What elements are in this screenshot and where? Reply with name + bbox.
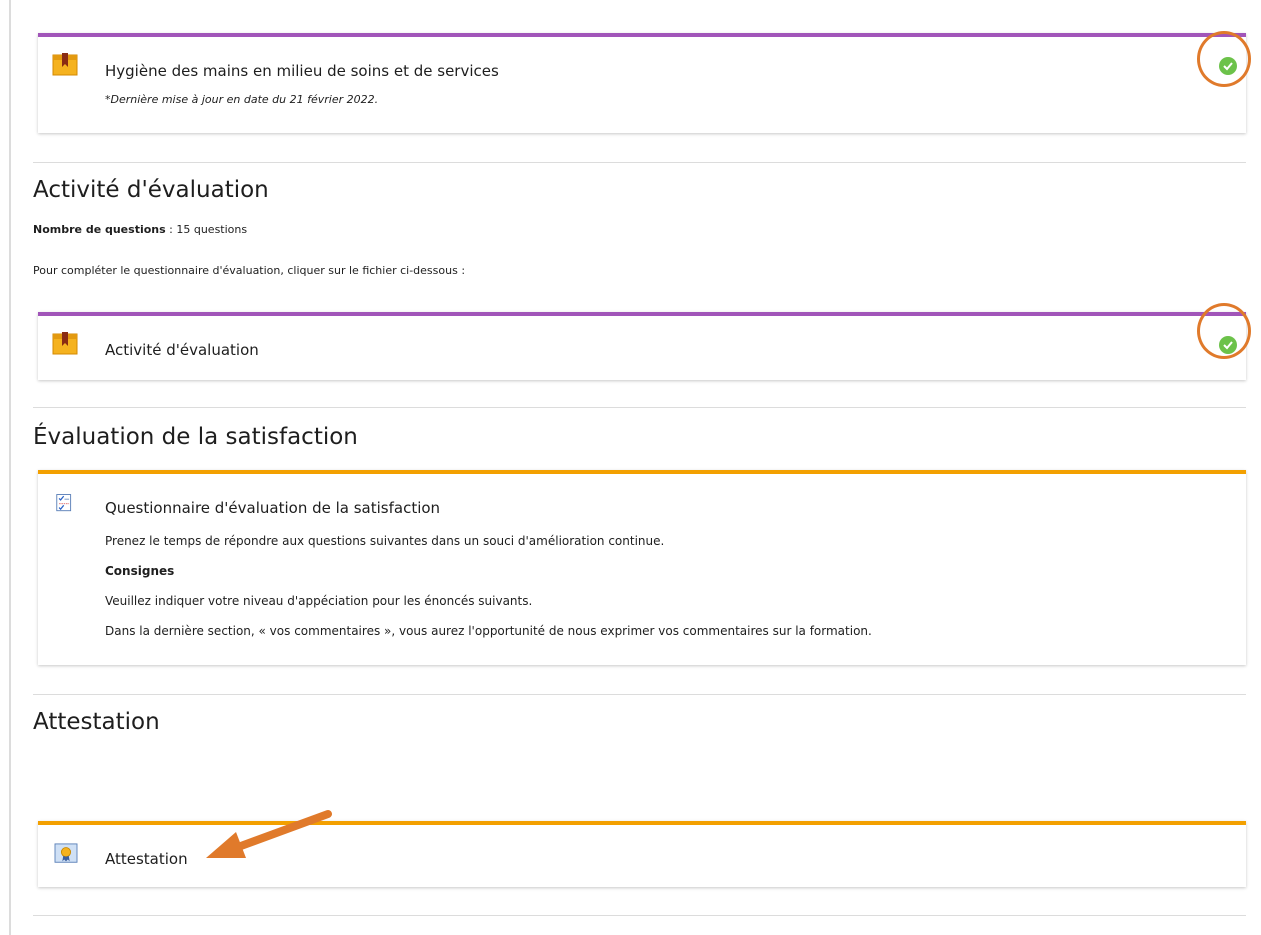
section-divider	[33, 162, 1246, 163]
section-divider	[33, 915, 1246, 916]
instruction-2: Dans la dernière section, « vos commenta…	[105, 624, 872, 638]
section-divider	[33, 694, 1246, 695]
annotation-circle	[1197, 31, 1251, 87]
annotation-circle	[1197, 303, 1251, 359]
questionnaire-icon	[56, 494, 72, 512]
instruction-1: Veuillez indiquer votre niveau d'appécia…	[105, 594, 533, 608]
package-icon	[52, 332, 78, 355]
module-update-note: *Dernière mise à jour en date du 21 févr…	[105, 93, 379, 106]
questions-count-label: Nombre de questions	[33, 223, 166, 236]
satisfaction-activity-title[interactable]: Questionnaire d'évaluation de la satisfa…	[105, 499, 440, 517]
evaluation-heading: Activité d'évaluation	[33, 177, 269, 203]
instructions-heading: Consignes	[105, 564, 175, 578]
evaluation-instruction: Pour compléter le questionnaire d'évalua…	[33, 264, 466, 277]
attestation-heading: Attestation	[33, 709, 160, 735]
satisfaction-intro: Prenez le temps de répondre aux question…	[105, 534, 665, 548]
module-card[interactable]: Hygiène des mains en milieu de soins et …	[38, 33, 1246, 133]
section-divider	[33, 407, 1246, 408]
package-icon	[52, 53, 78, 76]
module-title[interactable]: Hygiène des mains en milieu de soins et …	[105, 62, 499, 80]
page-left-rule	[9, 0, 11, 935]
questions-count: Nombre de questions : 15 questions	[33, 223, 247, 236]
certificate-icon	[54, 843, 78, 863]
questions-count-value: : 15 questions	[165, 223, 248, 236]
satisfaction-heading: Évaluation de la satisfaction	[33, 424, 358, 450]
evaluation-activity-card[interactable]: Activité d'évaluation	[38, 312, 1246, 380]
attestation-activity-title[interactable]: Attestation	[105, 850, 188, 868]
annotation-arrow-icon	[206, 810, 332, 858]
satisfaction-activity-card[interactable]: Questionnaire d'évaluation de la satisfa…	[38, 470, 1246, 665]
evaluation-activity-title[interactable]: Activité d'évaluation	[105, 341, 259, 359]
